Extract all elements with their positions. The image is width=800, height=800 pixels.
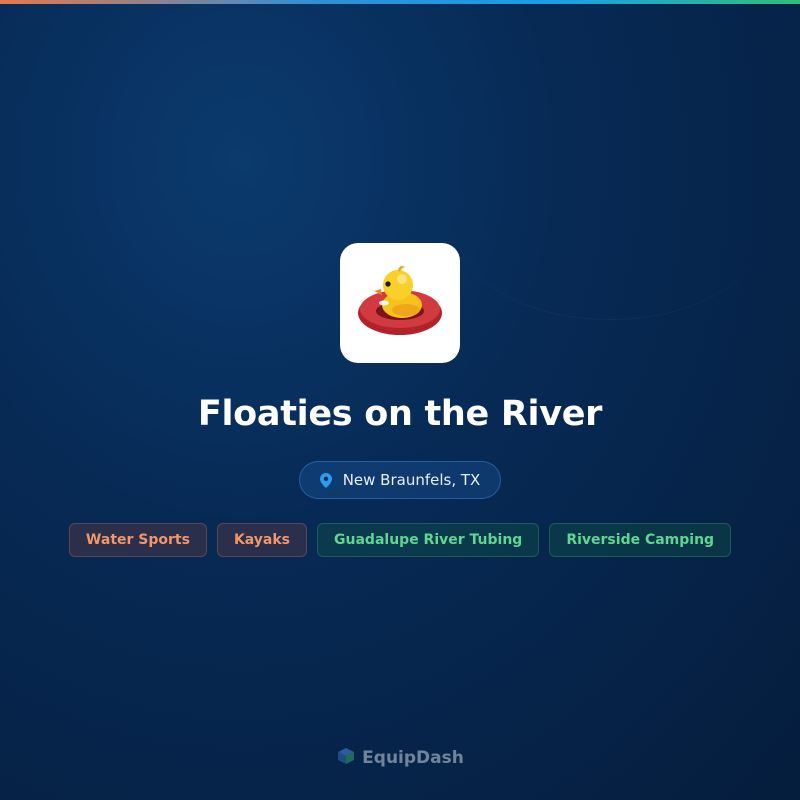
top-gradient-bar xyxy=(0,0,800,4)
category-tags: Water Sports Kayaks Guadalupe River Tubi… xyxy=(0,523,800,557)
equipdash-logo-icon xyxy=(336,746,356,770)
business-logo xyxy=(340,243,460,363)
location-badge: New Braunfels, TX xyxy=(299,461,501,499)
background-glow xyxy=(460,150,760,320)
tag-water-sports: Water Sports xyxy=(68,523,207,557)
brand-name: EquipDash xyxy=(362,748,464,768)
tag-guadalupe-river-tubing: Guadalupe River Tubing xyxy=(317,523,540,557)
duck-float-icon xyxy=(354,255,446,351)
map-pin-icon xyxy=(319,472,334,488)
tag-kayaks: Kayaks xyxy=(216,523,308,557)
business-title: Floaties on the River xyxy=(197,394,603,434)
tag-riverside-camping: Riverside Camping xyxy=(549,523,732,557)
brand-footer: EquipDash xyxy=(0,746,800,770)
location-text: New Braunfels, TX xyxy=(342,471,481,489)
